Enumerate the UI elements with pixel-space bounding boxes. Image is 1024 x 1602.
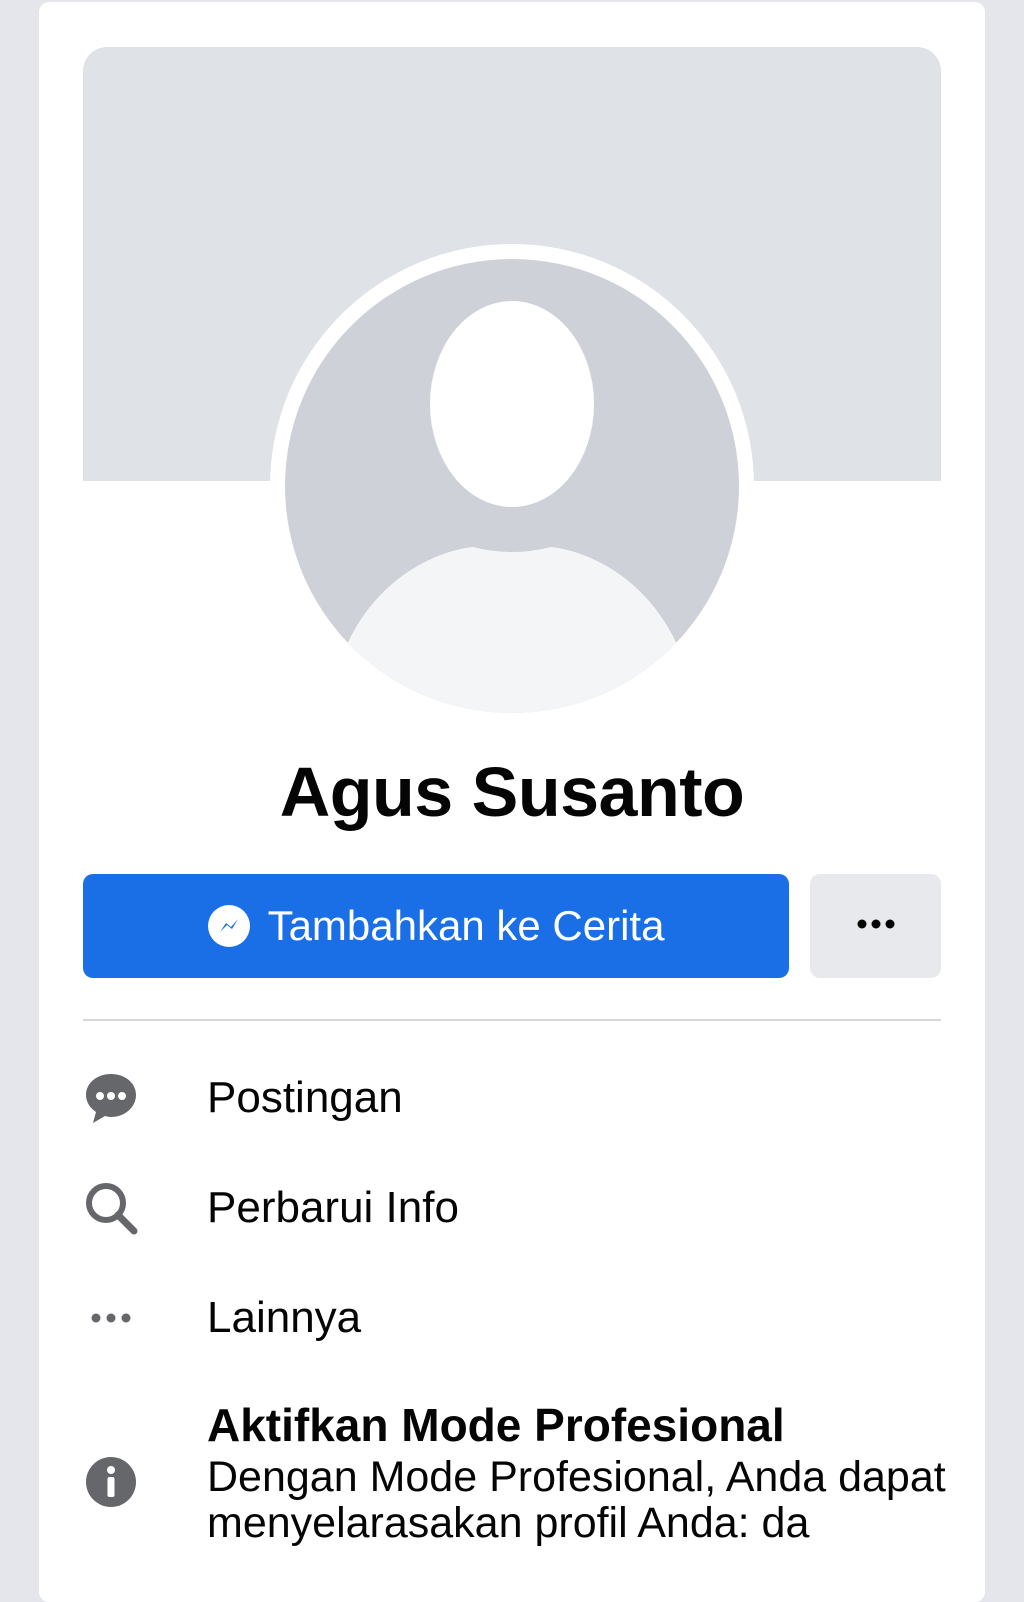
profile-picture[interactable]	[270, 244, 754, 728]
menu-item-more[interactable]: Lainnya	[83, 1280, 941, 1360]
add-to-story-label: Tambahkan ke Cerita	[267, 902, 665, 949]
default-avatar-icon	[285, 259, 739, 713]
more-options-button[interactable]	[810, 874, 941, 978]
ellipsis-icon	[83, 1290, 139, 1346]
menu-item-label: Postingan	[207, 1073, 403, 1122]
ellipsis-icon	[856, 917, 896, 935]
profile-card: Agus Susanto Tambahkan ke Cerita Posting…	[39, 2, 985, 1602]
menu-item-update-info[interactable]: Perbarui Info	[83, 1170, 941, 1250]
menu-item-posts[interactable]: Postingan	[83, 1060, 941, 1140]
menu-item-label: Lainnya	[207, 1293, 362, 1342]
menu-item-label: Perbarui Info	[207, 1183, 459, 1232]
profile-name: Agus Susanto	[279, 753, 745, 831]
professional-mode-title: Aktifkan Mode Profesional	[207, 1399, 785, 1451]
professional-mode-item[interactable]: Aktifkan Mode Profesional Dengan Mode Pr…	[83, 1392, 983, 1552]
info-icon	[83, 1454, 139, 1510]
professional-mode-description: Dengan Mode Profesional, Anda dapat meny…	[207, 1453, 946, 1547]
messenger-add-icon	[207, 905, 250, 947]
search-icon	[83, 1180, 139, 1236]
chat-bubble-icon	[83, 1070, 139, 1126]
divider	[83, 1019, 941, 1021]
add-to-story-button[interactable]: Tambahkan ke Cerita	[83, 874, 789, 978]
